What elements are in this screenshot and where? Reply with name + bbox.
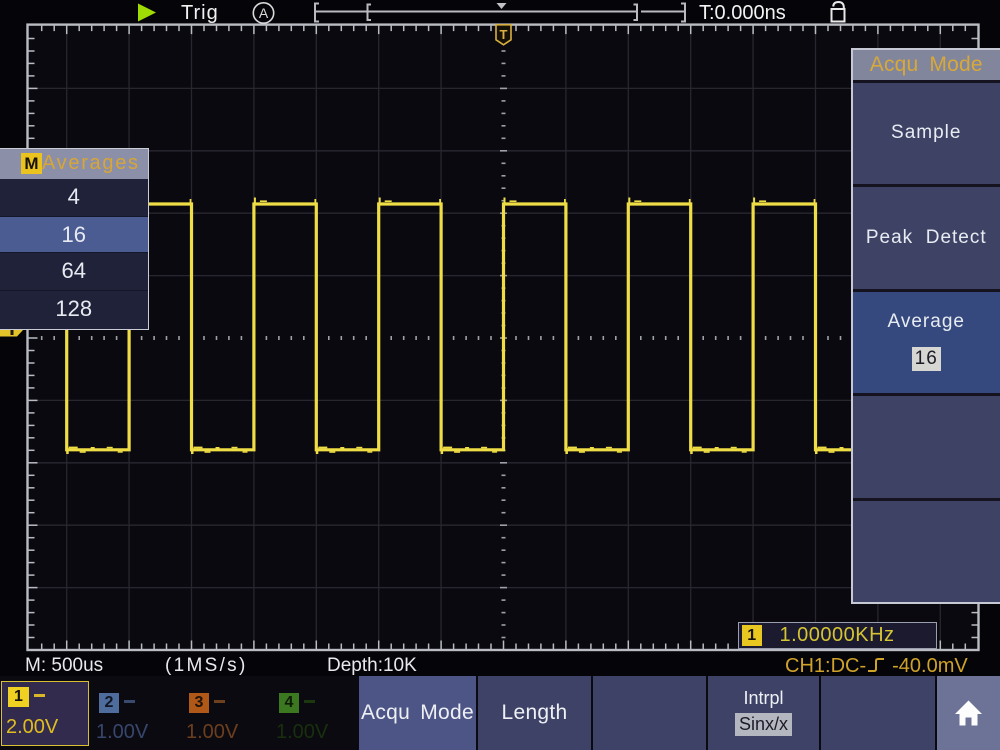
svg-text:A: A xyxy=(259,5,269,21)
svg-text:T: T xyxy=(500,27,508,42)
